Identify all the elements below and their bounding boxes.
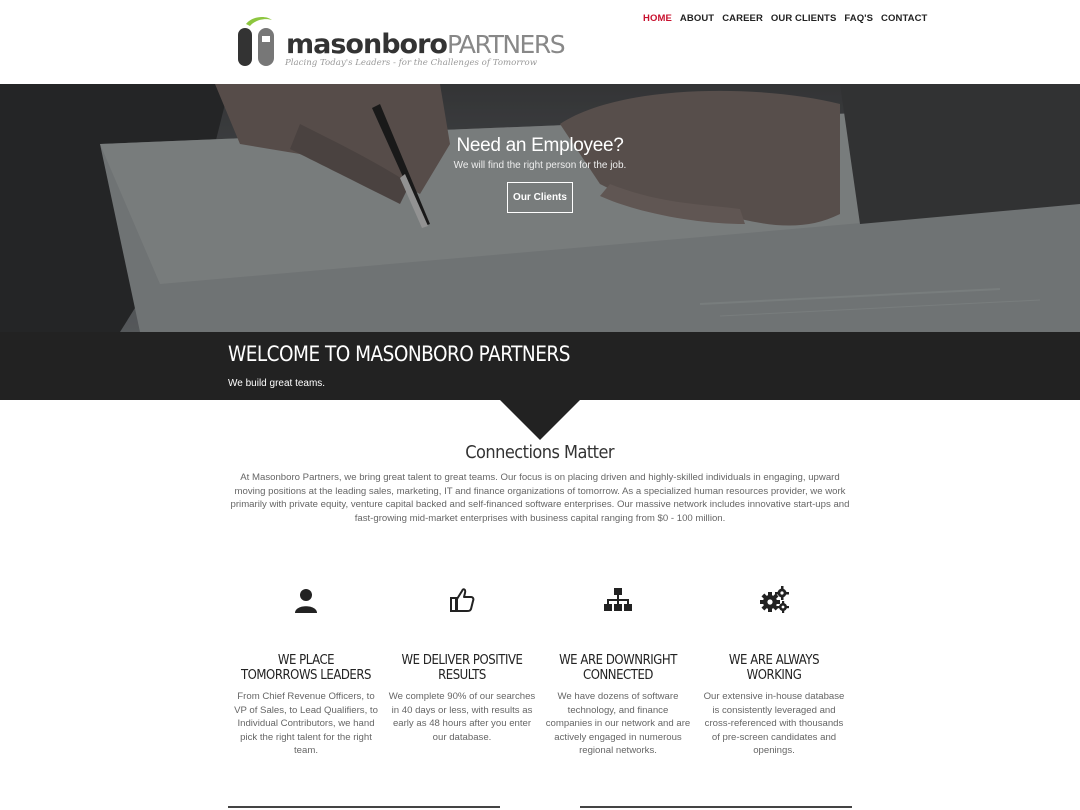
nav-our-clients[interactable]: OUR CLIENTS: [771, 13, 837, 24]
feature-title: WE PLACE TOMORROWS LEADERS: [232, 653, 380, 683]
welcome-title: WELCOME TO MASONBORO PARTNERS: [228, 342, 570, 366]
nav-about[interactable]: ABOUT: [680, 13, 714, 24]
band-arrow-pointer: [500, 400, 580, 440]
gears-icon: [760, 586, 789, 613]
feature-always-working: WE ARE ALWAYS WORKING Our extensive in-h…: [700, 585, 848, 758]
feature-title: WE ARE ALWAYS WORKING: [700, 653, 848, 683]
feature-title: WE DELIVER POSITIVE RESULTS: [388, 653, 536, 683]
connections-title-text: Connections Matter: [465, 442, 615, 463]
logo-mark-icon: [238, 16, 274, 66]
site-logo[interactable]: masonboroPARTNERS Placing Today's Leader…: [236, 14, 566, 74]
logo-tagline: Placing Today's Leaders - for the Challe…: [285, 58, 538, 68]
footer-divider-right: [580, 806, 852, 808]
feature-text: From Chief Revenue Officers, to VP of Sa…: [234, 691, 378, 757]
connections-title: Connections Matter: [0, 442, 1080, 463]
hero-title: Need an Employee?: [456, 135, 624, 156]
nav-career[interactable]: CAREER: [722, 13, 763, 24]
feature-text: Our extensive in-house database is consi…: [703, 691, 845, 757]
nav-contact[interactable]: CONTACT: [881, 13, 927, 24]
main-nav: HOME ABOUT CAREER OUR CLIENTS FAQ'S CONT…: [643, 13, 927, 24]
feature-title-text: WE ARE DOWNRIGHT CONNECTED: [559, 653, 677, 683]
logo-word-secondary: PARTNERS: [446, 30, 566, 59]
feature-title: WE ARE DOWNRIGHT CONNECTED: [544, 653, 692, 683]
nav-home[interactable]: HOME: [643, 13, 672, 24]
feature-title-text: WE DELIVER POSITIVE RESULTS: [401, 653, 523, 683]
our-clients-button[interactable]: Our Clients: [507, 182, 573, 213]
logo-word-main: masonboro: [286, 29, 448, 60]
welcome-subtitle: We build great teams.: [228, 378, 326, 389]
logo-wordmark: masonboroPARTNERS: [286, 28, 566, 62]
feature-text: We have dozens of software technology, a…: [545, 691, 691, 757]
feature-positive-results: WE DELIVER POSITIVE RESULTS We complete …: [388, 585, 536, 744]
site-header: masonboroPARTNERS Placing Today's Leader…: [0, 0, 1080, 84]
connections-body: At Masonboro Partners, we bring great ta…: [230, 472, 850, 524]
user-icon: [295, 589, 317, 613]
hero-banner: Need an Employee? We will find the right…: [0, 84, 1080, 332]
welcome-band: WELCOME TO MASONBORO PARTNERS We build g…: [0, 332, 1080, 400]
thumbs-up-icon: [450, 588, 475, 612]
footer-divider-left: [228, 806, 500, 808]
hero-subtitle: We will find the right person for the jo…: [453, 160, 627, 171]
feature-title-text: WE ARE ALWAYS WORKING: [728, 653, 820, 683]
feature-place-leaders: WE PLACE TOMORROWS LEADERS From Chief Re…: [232, 585, 380, 758]
feature-downright-connected: WE ARE DOWNRIGHT CONNECTED We have dozen…: [544, 585, 692, 758]
feature-title-text: WE PLACE TOMORROWS LEADERS: [240, 653, 372, 683]
feature-text: We complete 90% of our searches in 40 da…: [388, 691, 536, 743]
sitemap-icon: [604, 588, 632, 611]
nav-faqs[interactable]: FAQ'S: [844, 13, 873, 24]
